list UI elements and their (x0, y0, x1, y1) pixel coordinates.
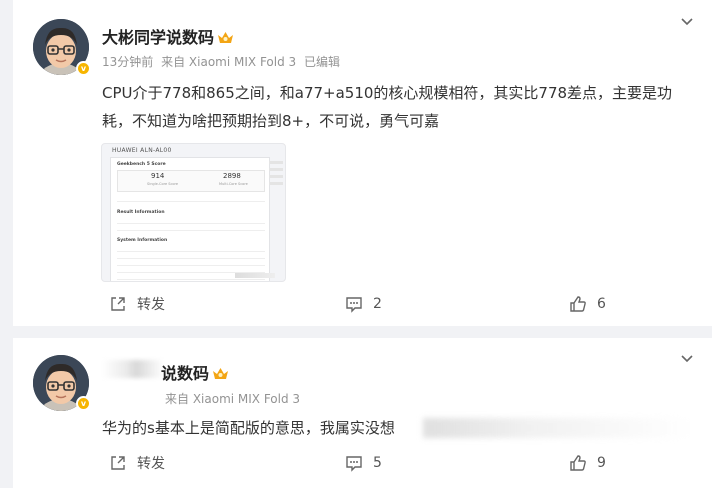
post-time[interactable]: 13分钟前 (102, 55, 153, 69)
share-button[interactable]: 转发 (109, 292, 165, 316)
post-actions: 转发 2 6 (13, 292, 712, 316)
share-icon (111, 456, 125, 470)
author-name[interactable]: 说数码 (161, 360, 229, 384)
post-actions: 转发 5 9 (13, 451, 712, 475)
section-scores: Geekbench 5 Score (117, 162, 166, 167)
comment-icon (346, 297, 362, 313)
info-row (117, 225, 265, 231)
like-icon (570, 455, 586, 471)
section-system: System Information (117, 238, 168, 243)
score-box (117, 170, 265, 192)
watermark (235, 273, 275, 278)
info-row (117, 253, 265, 259)
edited-label[interactable]: 已编辑 (304, 55, 340, 69)
like-button[interactable]: 9 (569, 451, 606, 475)
section-result: Result Information (117, 210, 165, 215)
single-core-label: Single-Core Score (147, 182, 179, 186)
verified-badge-icon: v (76, 61, 91, 76)
author-name[interactable]: 大彬同学说数码 (102, 24, 234, 48)
share-label: 转发 (137, 456, 165, 472)
redacted-text (423, 418, 693, 438)
like-icon (570, 296, 586, 312)
share-icon (111, 297, 125, 311)
post-card-2: v 说数码 来自 Xiaomi MIX Fold 3 华为的s基本上是简配版的意… (13, 338, 712, 488)
crown-badge-icon (218, 32, 234, 43)
multi-core-score: 2898 (223, 172, 241, 180)
post-text: CPU介于778和865之间，和a77+a510的核心规模相符，其实比778差点… (102, 84, 673, 130)
post-card-1: v 大彬同学说数码 13分钟前 来自 Xiaomi MIX Fold 3 已编辑… (13, 0, 712, 326)
share-button[interactable]: 转发 (109, 451, 165, 475)
post-meta: 13分钟前 来自 Xiaomi MIX Fold 3 已编辑 (102, 53, 344, 70)
like-button[interactable]: 6 (569, 292, 606, 316)
info-row (117, 218, 265, 224)
share-label: 转发 (137, 297, 165, 313)
post-source: 来自 Xiaomi MIX Fold 3 (165, 392, 301, 406)
score-note-row (117, 196, 265, 202)
result-window: Geekbench 5 Score 914 Single-Core Score … (110, 157, 270, 281)
redacted-name (102, 360, 164, 378)
like-count: 6 (597, 296, 606, 312)
comment-icon (346, 456, 362, 472)
comment-count: 5 (373, 455, 382, 471)
device-name: HUAWEI ALN-AL00 (112, 147, 172, 154)
like-count: 9 (597, 455, 606, 471)
info-row (117, 260, 265, 266)
multi-core-label: Multi-Core Score (219, 182, 248, 186)
sidebar-lines (269, 157, 283, 197)
verified-badge-icon: v (76, 396, 91, 411)
chevron-down-icon[interactable] (680, 351, 694, 365)
post-image-geekbench[interactable]: HUAWEI ALN-AL00 Geekbench 5 Score 914 Si… (101, 143, 286, 282)
comment-button[interactable]: 2 (345, 292, 382, 316)
info-row (117, 246, 265, 252)
chevron-down-icon[interactable] (680, 14, 694, 28)
crown-badge-icon (213, 368, 229, 379)
post-meta: 来自 Xiaomi MIX Fold 3 (165, 390, 304, 407)
comment-count: 2 (373, 296, 382, 312)
post-source: 来自 Xiaomi MIX Fold 3 (161, 55, 297, 69)
single-core-score: 914 (151, 172, 165, 180)
comment-button[interactable]: 5 (345, 451, 382, 475)
